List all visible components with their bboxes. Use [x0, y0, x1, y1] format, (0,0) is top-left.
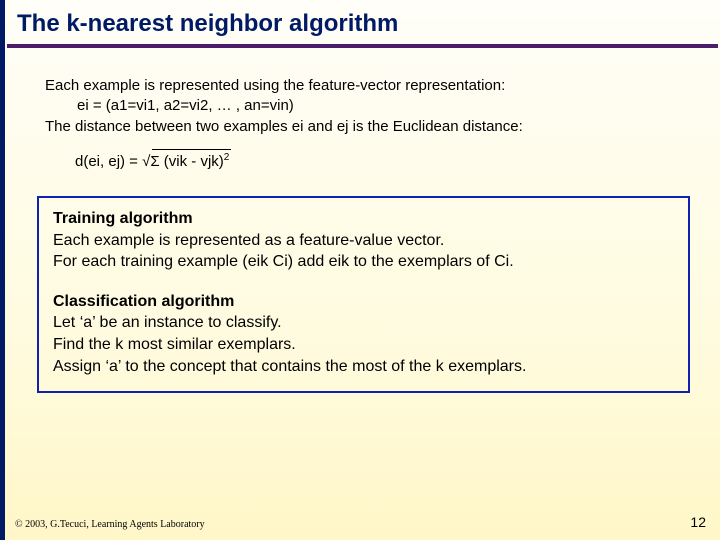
- slide-title: The k-nearest neighbor algorithm: [5, 0, 720, 44]
- copyright-credit: © 2003, G.Tecuci, Learning Agents Labora…: [15, 519, 205, 530]
- distance-formula: d(ei, ej) = √Σ (vik - vjk)2: [45, 137, 690, 190]
- training-line-2: For each training example (eik Ci) add e…: [53, 251, 674, 273]
- training-line-1: Each example is represented as a feature…: [53, 230, 674, 252]
- intro-block: Each example is represented using the fe…: [45, 76, 690, 137]
- slide-content: Each example is represented using the fe…: [5, 48, 720, 393]
- radical-bar: [152, 149, 231, 150]
- square-root: √Σ (vik - vjk)2: [142, 151, 229, 172]
- exponent: 2: [224, 152, 230, 163]
- section-gap: [53, 273, 674, 291]
- formula-lhs: d(ei, ej) =: [75, 153, 142, 170]
- algorithm-box: Training algorithm Each example is repre…: [37, 196, 690, 393]
- intro-line-2: ei = (a1=vi1, a2=vi2, … , an=vin): [45, 96, 690, 116]
- summation-body: Σ (vik - vjk): [150, 153, 223, 170]
- slide-footer: © 2003, G.Tecuci, Learning Agents Labora…: [15, 514, 706, 530]
- classification-line-2: Find the k most similar exemplars.: [53, 334, 674, 356]
- intro-line-1: Each example is represented using the fe…: [45, 76, 690, 96]
- page-number: 12: [690, 514, 706, 530]
- classification-heading: Classification algorithm: [53, 291, 674, 313]
- classification-line-1: Let ‘a’ be an instance to classify.: [53, 312, 674, 334]
- classification-line-3: Assign ‘a’ to the concept that contains …: [53, 356, 674, 378]
- training-heading: Training algorithm: [53, 208, 674, 230]
- intro-line-3: The distance between two examples ei and…: [45, 117, 690, 137]
